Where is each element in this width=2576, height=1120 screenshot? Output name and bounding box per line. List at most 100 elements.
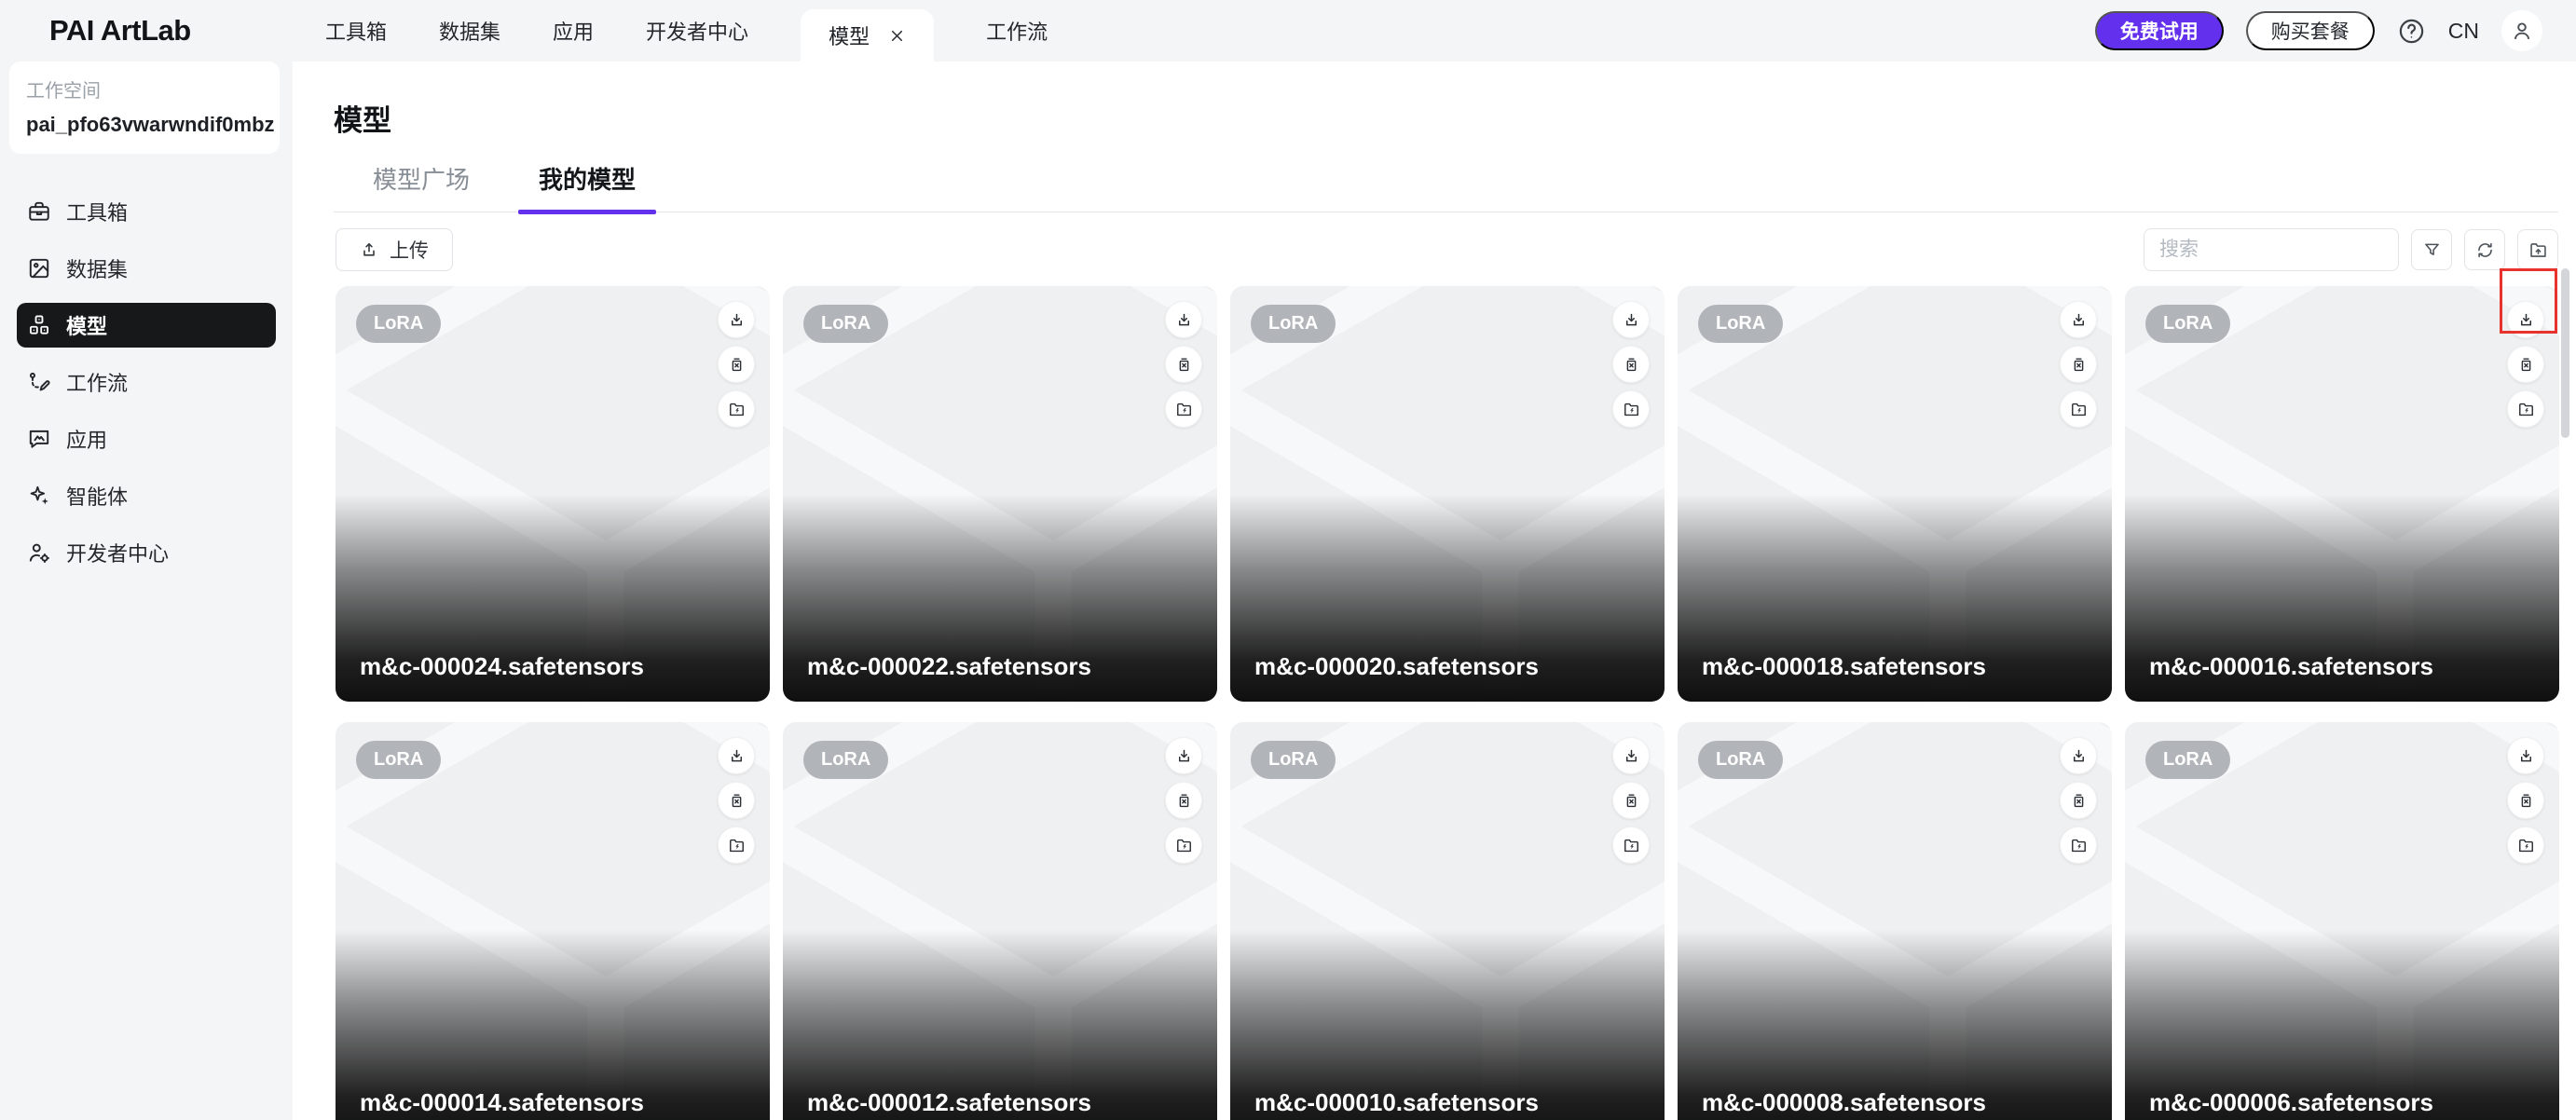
topnav-item-dataset[interactable]: 数据集 <box>439 16 500 46</box>
delete-button[interactable] <box>1165 782 1202 819</box>
move-folder-button[interactable] <box>2060 390 2097 428</box>
cube-watermark-icon <box>1230 722 1665 1120</box>
close-tab-icon[interactable] <box>888 27 906 45</box>
move-folder-button[interactable] <box>1165 826 1202 864</box>
download-icon <box>2070 747 2088 765</box>
topnav-item-developer-center[interactable]: 开发者中心 <box>646 16 748 46</box>
model-card[interactable]: LoRA m&c-000016.safetensors <box>2125 286 2559 702</box>
topnav-item-workflow[interactable]: 工作流 <box>986 16 1048 46</box>
folder-bolt-icon <box>2070 837 2088 854</box>
sidebar-item-model[interactable]: 模型 <box>17 303 276 348</box>
card-actions <box>1612 737 1650 864</box>
bottom-gradient <box>1678 722 2112 1120</box>
sidebar-item-dataset[interactable]: 数据集 <box>17 246 276 291</box>
trash-icon <box>728 356 746 374</box>
download-button[interactable] <box>2060 301 2097 338</box>
move-folder-button[interactable] <box>2507 390 2544 428</box>
model-card[interactable]: LoRA m&c-000018.safetensors <box>1678 286 2112 702</box>
folder-bolt-icon <box>2517 401 2535 418</box>
upload-button[interactable]: 上传 <box>336 228 453 271</box>
download-button[interactable] <box>2060 737 2097 774</box>
model-card-title: m&c-000018.safetensors <box>1702 652 1986 681</box>
sidebar-item-developer-center[interactable]: 开发者中心 <box>17 530 276 575</box>
model-card[interactable]: LoRA m&c-000008.safetensors <box>1678 722 2112 1120</box>
download-icon <box>2517 747 2535 765</box>
bottom-gradient <box>2125 286 2559 702</box>
model-card-title: m&c-000008.safetensors <box>1702 1088 1986 1117</box>
topnav-item-app[interactable]: 应用 <box>553 16 594 46</box>
card-actions <box>1165 737 1202 864</box>
sidebar-item-workflow[interactable]: 工作流 <box>17 360 276 404</box>
help-icon[interactable] <box>2397 17 2426 46</box>
user-avatar[interactable] <box>2501 10 2542 51</box>
move-folder-button[interactable] <box>718 390 755 428</box>
model-card[interactable]: LoRA m&c-000014.safetensors <box>336 722 770 1120</box>
trash-icon <box>1623 356 1640 374</box>
refresh-button[interactable] <box>2464 229 2505 270</box>
export-folder-icon <box>2528 240 2548 260</box>
download-button[interactable] <box>1612 301 1650 338</box>
free-trial-button[interactable]: 免费试用 <box>2095 11 2224 50</box>
folder-bolt-icon <box>728 401 746 418</box>
download-icon <box>728 747 746 765</box>
export-folder-button[interactable] <box>2517 229 2558 270</box>
download-button[interactable] <box>2507 737 2544 774</box>
filter-button[interactable] <box>2411 229 2452 270</box>
download-button[interactable] <box>1612 737 1650 774</box>
download-button[interactable] <box>1165 301 1202 338</box>
download-button[interactable] <box>1165 737 1202 774</box>
folder-bolt-icon <box>1175 401 1193 418</box>
move-folder-button[interactable] <box>2060 826 2097 864</box>
workflow-icon <box>27 370 51 394</box>
language-switch[interactable]: CN <box>2448 19 2479 44</box>
download-button[interactable] <box>718 301 755 338</box>
model-card[interactable]: LoRA m&c-000020.safetensors <box>1230 286 1665 702</box>
delete-button[interactable] <box>2507 346 2544 383</box>
move-folder-button[interactable] <box>1612 390 1650 428</box>
delete-button[interactable] <box>1612 346 1650 383</box>
app-logo: PAI ArtLab <box>0 14 293 48</box>
tab-model-plaza[interactable]: 模型广场 <box>352 161 490 212</box>
delete-button[interactable] <box>718 346 755 383</box>
open-tab-model[interactable]: 模型 <box>801 9 934 61</box>
delete-button[interactable] <box>2060 782 2097 819</box>
download-icon <box>1175 311 1193 329</box>
model-card[interactable]: LoRA m&c-000012.safetensors <box>783 722 1217 1120</box>
move-folder-button[interactable] <box>1165 390 1202 428</box>
search-input[interactable] <box>2144 228 2399 271</box>
buy-plan-button[interactable]: 购买套餐 <box>2246 11 2375 50</box>
move-folder-button[interactable] <box>1612 826 1650 864</box>
move-folder-button[interactable] <box>718 826 755 864</box>
main-content: 模型 模型广场 我的模型 上传 LoRA <box>293 61 2576 1120</box>
model-card[interactable]: LoRA m&c-000006.safetensors <box>2125 722 2559 1120</box>
trash-icon <box>1623 792 1640 810</box>
delete-button[interactable] <box>1612 782 1650 819</box>
model-card[interactable]: LoRA m&c-000024.safetensors <box>336 286 770 702</box>
trash-icon <box>2070 356 2088 374</box>
model-card-title: m&c-000014.safetensors <box>360 1088 644 1117</box>
sidebar-item-toolbox[interactable]: 工具箱 <box>17 189 276 234</box>
delete-button[interactable] <box>1165 346 1202 383</box>
card-actions <box>2507 301 2544 428</box>
delete-button[interactable] <box>718 782 755 819</box>
model-card[interactable]: LoRA m&c-000010.safetensors <box>1230 722 1665 1120</box>
delete-button[interactable] <box>2060 346 2097 383</box>
sidebar-item-agent[interactable]: 智能体 <box>17 473 276 518</box>
workspace-value: pai_pfo63vwarwndif0mbz <box>26 113 275 137</box>
toolbox-icon <box>27 199 51 224</box>
card-actions <box>2060 301 2097 428</box>
model-card-title: m&c-000022.safetensors <box>807 652 1091 681</box>
topnav-item-toolbox[interactable]: 工具箱 <box>325 16 387 46</box>
download-button[interactable] <box>718 737 755 774</box>
delete-button[interactable] <box>2507 782 2544 819</box>
tab-my-models[interactable]: 我的模型 <box>518 161 656 212</box>
move-folder-button[interactable] <box>2507 826 2544 864</box>
vertical-scrollbar[interactable] <box>2561 268 2569 438</box>
model-card[interactable]: LoRA m&c-000022.safetensors <box>783 286 1217 702</box>
download-icon <box>1175 747 1193 765</box>
sidebar-item-app[interactable]: 应用 <box>17 417 276 461</box>
upload-icon <box>360 240 378 259</box>
workspace-selector[interactable]: 工作空间 pai_pfo63vwarwndif0mbz <box>9 61 280 154</box>
download-button[interactable] <box>2507 301 2544 338</box>
card-actions <box>2060 737 2097 864</box>
